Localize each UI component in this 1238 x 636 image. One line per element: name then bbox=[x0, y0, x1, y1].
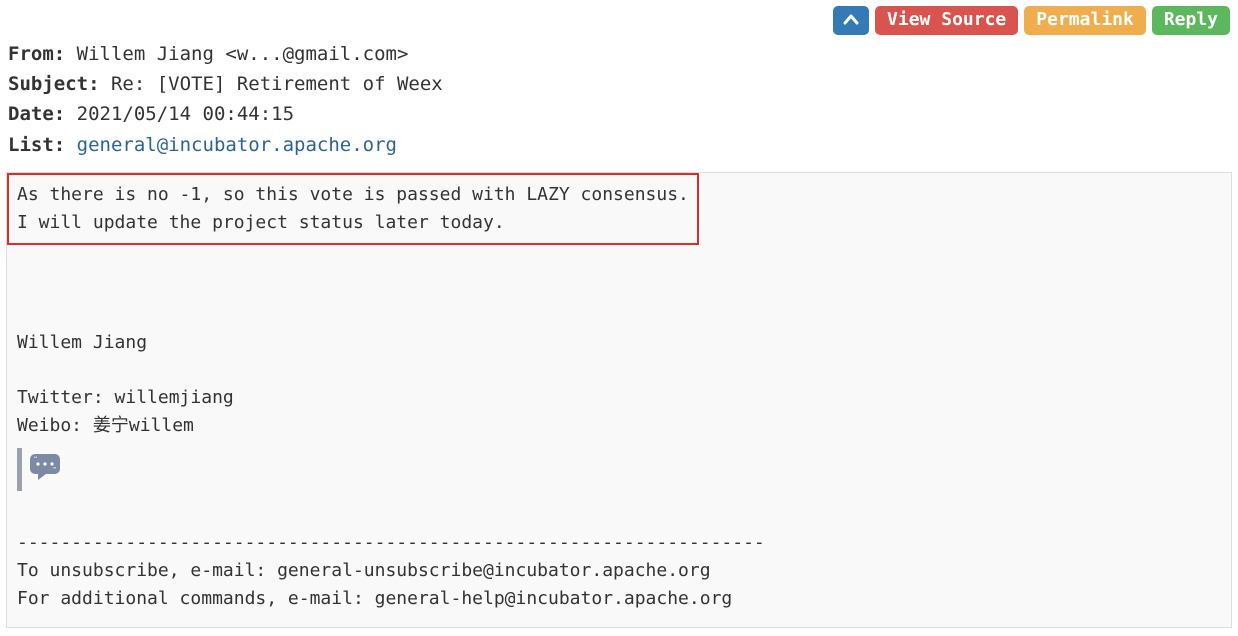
sig-name: Willem Jiang bbox=[17, 332, 147, 353]
footer-block: ----------------------------------------… bbox=[7, 501, 1231, 613]
collapsed-quote[interactable]: “ ” bbox=[17, 448, 70, 491]
message-headers: From: Willem Jiang <w...@gmail.com> Subj… bbox=[0, 39, 1238, 169]
sig-twitter: Twitter: willemjiang bbox=[17, 387, 234, 408]
list-label: List bbox=[8, 134, 54, 156]
message-body: As there is no -1, so this vote is passe… bbox=[6, 172, 1232, 628]
unsubscribe-line: To unsubscribe, e-mail: general-unsubscr… bbox=[17, 560, 711, 581]
reply-button[interactable]: Reply bbox=[1152, 6, 1230, 35]
header-subject: Subject: Re: [VOTE] Retirement of Weex bbox=[8, 69, 1230, 99]
divider: ----------------------------------------… bbox=[17, 532, 765, 553]
action-toolbar: View Source Permalink Reply bbox=[0, 0, 1238, 39]
help-line: For additional commands, e-mail: general… bbox=[17, 588, 732, 609]
permalink-button[interactable]: Permalink bbox=[1024, 6, 1146, 35]
collapse-button[interactable] bbox=[833, 6, 869, 35]
from-value: Willem Jiang <w...@gmail.com> bbox=[77, 43, 409, 65]
highlighted-passage: As there is no -1, so this vote is passe… bbox=[7, 173, 699, 245]
subject-value: Re: [VOTE] Retirement of Weex bbox=[111, 73, 443, 95]
header-list: List: general@incubator.apache.org bbox=[8, 130, 1230, 160]
view-source-button[interactable]: View Source bbox=[875, 6, 1018, 35]
svg-text:”: ” bbox=[53, 466, 56, 474]
list-link[interactable]: general@incubator.apache.org bbox=[77, 134, 397, 156]
date-label: Date bbox=[8, 103, 54, 125]
chevron-up-icon bbox=[843, 13, 859, 27]
signature-block: Willem Jiang Twitter: willemjiang Weibo:… bbox=[7, 245, 1231, 440]
quote-icon: “ ” bbox=[28, 452, 64, 482]
date-value: 2021/05/14 00:44:15 bbox=[77, 103, 294, 125]
from-label: From bbox=[8, 43, 54, 65]
header-date: Date: 2021/05/14 00:44:15 bbox=[8, 99, 1230, 129]
highlight-line-1: As there is no -1, so this vote is passe… bbox=[17, 184, 689, 205]
svg-text:“: “ bbox=[34, 455, 37, 463]
sig-weibo: Weibo: 姜宁willem bbox=[17, 415, 194, 436]
subject-label: Subject bbox=[8, 73, 88, 95]
highlight-line-2: I will update the project status later t… bbox=[17, 212, 505, 233]
header-from: From: Willem Jiang <w...@gmail.com> bbox=[8, 39, 1230, 69]
